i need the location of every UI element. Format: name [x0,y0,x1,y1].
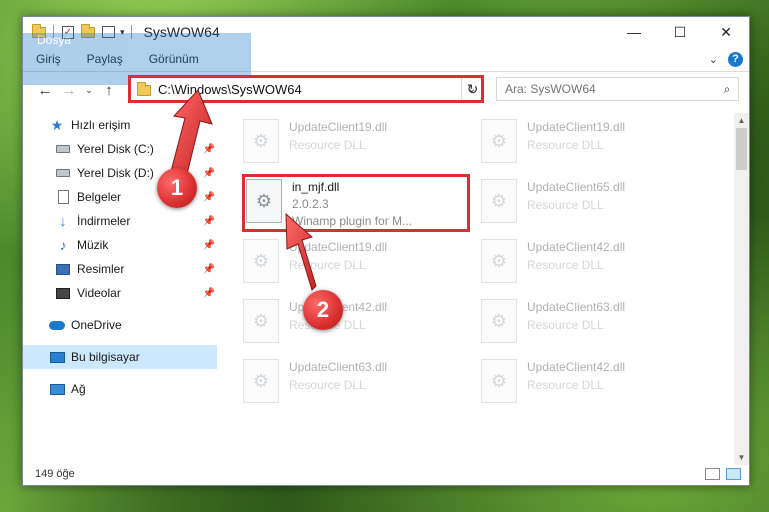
file-item[interactable]: ⚙ UpdateClient65.dll Resource DLL [481,177,709,229]
onedrive-icon [49,317,65,333]
sidebar-item-label: Yerel Disk (C:) [77,142,154,156]
help-icon[interactable]: ? [728,51,743,67]
pin-icon: 📌 [202,143,215,155]
explorer-window: ✓ ▾ SysWOW64 — ☐ ✕ Dosya Giriş Paylaş Gö… [22,16,750,486]
dll-file-icon: ⚙ [481,239,517,283]
scroll-thumb[interactable] [736,128,747,170]
file-item[interactable]: ⚙ UpdateClient42.dll Resource DLL [481,237,709,289]
dll-file-icon: ⚙ [481,299,517,343]
pin-icon: 📌 [202,191,215,203]
network-icon [49,381,65,397]
file-item[interactable]: ⚙ UpdateClient19.dll Resource DLL [481,117,709,169]
search-input[interactable] [505,82,716,96]
dll-file-icon: ⚙ [243,239,279,283]
sidebar-item-network[interactable]: Ağ [23,377,217,401]
file-name: UpdateClient65.dll [527,180,626,194]
address-highlight-box [128,75,484,103]
file-name: UpdateClient63.dll [527,300,626,314]
pin-icon: 📌 [202,287,215,299]
file-type: Resource DLL [527,318,604,332]
file-type: Resource DLL [527,258,604,272]
status-bar: 149 öğe [23,463,749,485]
navigation-pane: ★ Hızlı erişim Yerel Disk (C:) 📌 Yerel D… [23,113,217,453]
sidebar-item-label: Yerel Disk (D:) [77,166,154,180]
sidebar-item-onedrive[interactable]: OneDrive [23,313,217,337]
pin-icon: 📌 [202,167,215,179]
dll-file-icon: ⚙ [243,359,279,403]
search-box[interactable]: ⌕ [496,77,739,101]
minimize-button[interactable]: — [611,17,657,47]
computer-icon [49,349,65,365]
sidebar-item-quick-access[interactable]: ★ Hızlı erişim [23,113,217,137]
step-marker-1: 1 [157,168,197,208]
file-item[interactable]: ⚙ UpdateClient19.dll Resource DLL [243,237,471,289]
disk-icon [55,165,71,181]
pin-icon: 📌 [202,239,215,251]
ribbon-tabs: Dosya Giriş Paylaş Görünüm ⌄ ? [23,33,749,85]
sidebar-item-label: Belgeler [77,190,122,204]
file-name: UpdateClient42.dll [527,360,626,374]
file-name: UpdateClient42.dll [527,240,626,254]
sidebar-item-label: İndirmeler [77,214,131,228]
file-item[interactable]: ⚙ UpdateClient19.dll Resource DLL [243,117,471,169]
file-list: ⚙ UpdateClient19.dll Resource DLL ⚙ Upda… [217,113,737,453]
file-type: Resource DLL [527,138,604,152]
file-type: Resource DLL [289,378,366,392]
sidebar-item-pictures[interactable]: Resimler 📌 [23,257,217,281]
item-count: 149 öğe [35,468,75,480]
file-name: UpdateClient19.dll [527,120,626,134]
sidebar-item-label: Ağ [71,382,86,396]
file-item[interactable]: ⚙ UpdateClient63.dll Resource DLL [481,297,709,349]
search-icon[interactable]: ⌕ [716,82,738,97]
file-item[interactable]: ⚙ UpdateClient42.dll Resource DLL [243,297,471,349]
videos-icon [55,285,71,301]
maximize-button[interactable]: ☐ [657,17,703,47]
sidebar-item-downloads[interactable]: ↓ İndirmeler 📌 [23,209,217,233]
sidebar-item-label: Bu bilgisayar [71,350,140,364]
file-highlight-box [242,174,470,232]
sidebar-item-disk-c[interactable]: Yerel Disk (C:) 📌 [23,137,217,161]
file-name: UpdateClient63.dll [289,360,388,374]
pin-icon: 📌 [202,215,215,227]
sidebar-item-label: OneDrive [71,318,122,332]
sidebar-item-this-pc[interactable]: Bu bilgisayar [23,345,217,369]
sidebar-item-label: Videolar [77,286,121,300]
sidebar-item-label: Hızlı erişim [71,118,131,132]
pictures-icon [55,261,71,277]
file-type: Resource DLL [289,138,366,152]
file-type: Resource DLL [289,258,366,272]
download-icon: ↓ [59,213,67,229]
sidebar-item-label: Müzik [77,238,109,252]
file-item[interactable]: ⚙ UpdateClient42.dll Resource DLL [481,357,709,409]
music-icon: ♪ [59,237,67,253]
sidebar-item-videos[interactable]: Videolar 📌 [23,281,217,305]
step-marker-2: 2 [303,290,343,330]
large-icons-view-icon[interactable] [726,468,741,480]
sidebar-item-music[interactable]: ♪ Müzik 📌 [23,233,217,257]
pin-icon: 📌 [202,263,215,275]
dll-file-icon: ⚙ [481,179,517,223]
file-type: Resource DLL [527,378,604,392]
details-view-icon[interactable] [705,468,720,480]
scroll-up-icon[interactable]: ▲ [734,113,749,128]
expand-ribbon-icon[interactable]: ⌄ [709,53,718,66]
vertical-scrollbar[interactable]: ▲ ▼ [734,113,749,465]
file-item[interactable]: ⚙ UpdateClient63.dll Resource DLL [243,357,471,409]
dll-file-icon: ⚙ [481,359,517,403]
close-button[interactable]: ✕ [703,17,749,47]
sidebar-item-label: Resimler [77,262,125,276]
documents-icon [55,189,71,205]
star-icon: ★ [50,116,64,133]
file-name: UpdateClient19.dll [289,240,388,254]
dll-file-icon: ⚙ [243,119,279,163]
dll-file-icon: ⚙ [243,299,279,343]
file-type: Resource DLL [527,198,604,212]
file-name: UpdateClient19.dll [289,120,388,134]
disk-icon [55,141,71,157]
dll-file-icon: ⚙ [481,119,517,163]
